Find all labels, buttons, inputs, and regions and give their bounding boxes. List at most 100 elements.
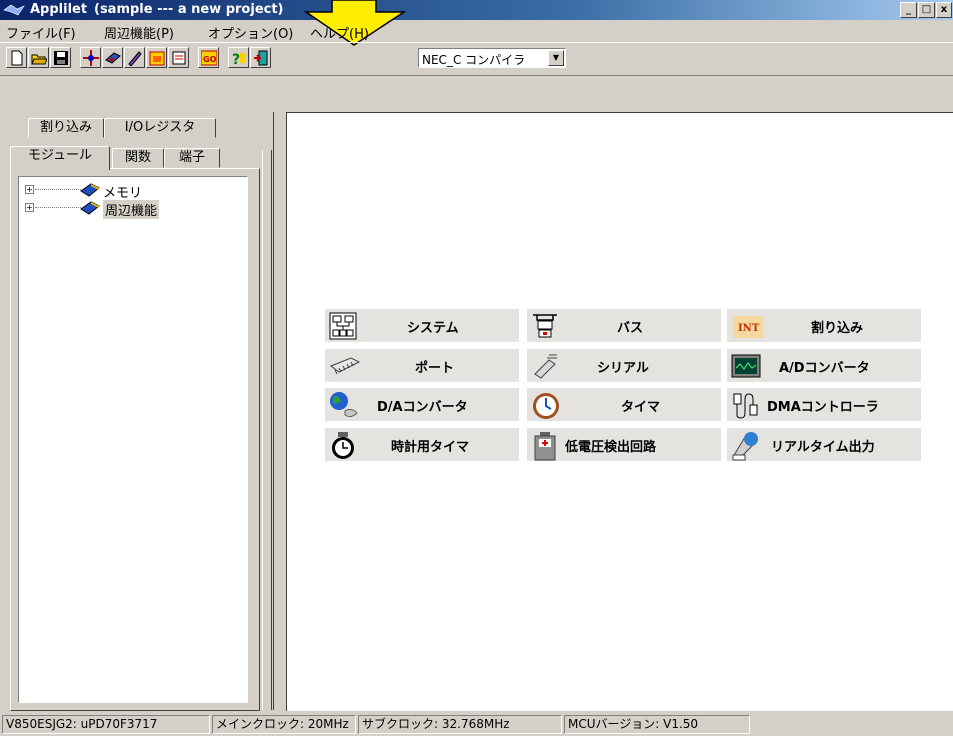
- function-label: A/Dコンバータ: [779, 361, 870, 376]
- tab-interrupt[interactable]: 割り込み: [28, 118, 104, 138]
- panel-border: [273, 112, 285, 710]
- function-low-voltage-button[interactable]: 低電圧検出回路: [527, 428, 721, 461]
- dropdown-arrow-icon[interactable]: ▼: [548, 50, 564, 66]
- low-voltage-icon: [534, 432, 556, 461]
- pen-icon: [128, 51, 142, 66]
- function-system-button[interactable]: システム: [325, 309, 519, 342]
- tab-module[interactable]: モジュール: [10, 146, 110, 170]
- panel-splitter[interactable]: [262, 150, 272, 710]
- target-button[interactable]: [80, 47, 101, 68]
- maximize-button[interactable]: □: [918, 2, 935, 18]
- status-mcu-version: MCUバージョン: V1.50: [564, 715, 750, 734]
- svg-text:GO: GO: [203, 55, 217, 64]
- exit-icon: [254, 50, 268, 66]
- open-button[interactable]: [28, 47, 49, 68]
- function-port-button[interactable]: ポート: [325, 349, 519, 382]
- function-label: システム: [407, 321, 459, 336]
- function-serial-button[interactable]: シリアル: [527, 349, 721, 382]
- status-main-clock: メインクロック: 20MHz: [212, 715, 356, 734]
- function-label: 割り込み: [811, 321, 864, 336]
- note-icon: [172, 51, 186, 65]
- module-tree[interactable]: + メモリ + 周辺機能: [18, 176, 248, 703]
- toolbar: GO ? NEC_C コンパイラ ▼: [0, 42, 953, 76]
- menu-bar: ファイル(F) 周辺機能(P) オプション(O) ヘルプ(H): [0, 20, 953, 42]
- main-pane: システム バス INT 割り込み ポート シリアル A/Dコンバータ D/Aコン…: [286, 112, 953, 711]
- applilet-logo-icon: [3, 4, 25, 16]
- status-sub-clock: サブクロック: 32.768MHz: [358, 715, 562, 734]
- function-dma-button[interactable]: DMAコントローラ: [727, 388, 921, 421]
- function-label: ポート: [415, 361, 455, 376]
- menu-file[interactable]: ファイル(F): [6, 23, 76, 42]
- function-interrupt-button[interactable]: INT 割り込み: [727, 309, 921, 342]
- function-adc-button[interactable]: A/Dコンバータ: [727, 349, 921, 382]
- chip-icon: [105, 52, 121, 64]
- bus-icon: [533, 314, 557, 338]
- tree-label: 周辺機能: [103, 200, 160, 219]
- open-folder-icon: [31, 54, 47, 65]
- port-icon: [329, 357, 361, 375]
- exit-button[interactable]: [250, 47, 271, 68]
- tree-item-peripheral[interactable]: + 周辺機能: [19, 199, 219, 219]
- svg-text:?: ?: [232, 52, 240, 66]
- watch-timer-icon: [332, 432, 354, 459]
- function-label: リアルタイム出力: [771, 440, 875, 455]
- title-bar: Applilet (sample --- a new project) _ □ …: [0, 0, 953, 20]
- chip-icon: [80, 183, 100, 197]
- function-timer-button[interactable]: タイマ: [527, 388, 721, 421]
- svg-text:INT: INT: [738, 323, 760, 334]
- compiler-value: NEC_C コンパイラ: [422, 53, 526, 67]
- function-watch-timer-button[interactable]: 時計用タイマ: [325, 428, 519, 461]
- go-button[interactable]: GO: [198, 47, 219, 68]
- help-button[interactable]: ?: [228, 47, 249, 68]
- expand-icon[interactable]: +: [25, 203, 34, 212]
- timer-icon: [533, 393, 559, 419]
- pen-button[interactable]: [124, 47, 145, 68]
- crosshair-icon: [83, 50, 99, 66]
- function-bus-button[interactable]: バス: [527, 309, 721, 342]
- chip-button[interactable]: [102, 47, 123, 68]
- minimize-button[interactable]: _: [900, 2, 917, 18]
- menu-peripheral[interactable]: 周辺機能(P): [104, 23, 174, 42]
- save-icon: [54, 51, 68, 65]
- function-label: シリアル: [597, 361, 649, 376]
- status-bar: V850ESJG2: uPD70F3717 メインクロック: 20MHz サブク…: [0, 712, 953, 736]
- status-device: V850ESJG2: uPD70F3717: [2, 715, 210, 734]
- tree-connector: [35, 207, 81, 208]
- function-label: タイマ: [621, 400, 661, 415]
- function-label: D/Aコンバータ: [377, 400, 468, 415]
- dma-icon: [733, 393, 758, 419]
- function-label: DMAコントローラ: [767, 400, 879, 415]
- serial-icon: [534, 354, 557, 379]
- realtime-output-icon: [732, 432, 758, 461]
- tree-item-memory[interactable]: + メモリ: [19, 181, 219, 201]
- menu-options[interactable]: オプション(O): [208, 23, 293, 42]
- system-icon: [329, 312, 357, 340]
- new-file-button[interactable]: [6, 47, 27, 68]
- help-icon: ?: [232, 52, 246, 66]
- adc-icon: [731, 354, 761, 378]
- function-dac-button[interactable]: D/Aコンバータ: [325, 388, 519, 421]
- compiler-select[interactable]: NEC_C コンパイラ ▼: [418, 48, 566, 68]
- tab-pins[interactable]: 端子: [164, 148, 220, 168]
- function-label: 低電圧検出回路: [565, 440, 657, 455]
- tab-io-register[interactable]: I/Oレジスタ: [104, 118, 216, 138]
- project-name: (sample --- a new project): [94, 2, 284, 17]
- save-button[interactable]: [50, 47, 71, 68]
- tree-connector: [35, 189, 81, 190]
- dac-icon: [330, 392, 358, 418]
- new-file-icon: [11, 50, 23, 66]
- note-button[interactable]: [168, 47, 189, 68]
- function-label: バス: [617, 321, 644, 336]
- function-label: 時計用タイマ: [391, 440, 470, 455]
- window-title: Applilet: [30, 2, 88, 17]
- chip-icon: [80, 201, 100, 215]
- calendar-button[interactable]: [146, 47, 167, 68]
- tab-functions[interactable]: 関数: [112, 148, 164, 168]
- function-realtime-output-button[interactable]: リアルタイム出力: [727, 428, 921, 461]
- close-button[interactable]: x: [936, 2, 952, 18]
- expand-icon[interactable]: +: [25, 185, 34, 194]
- menu-help[interactable]: ヘルプ(H): [310, 23, 369, 42]
- go-icon: GO: [201, 50, 217, 66]
- calendar-icon: [149, 51, 165, 66]
- interrupt-icon: INT: [733, 316, 763, 338]
